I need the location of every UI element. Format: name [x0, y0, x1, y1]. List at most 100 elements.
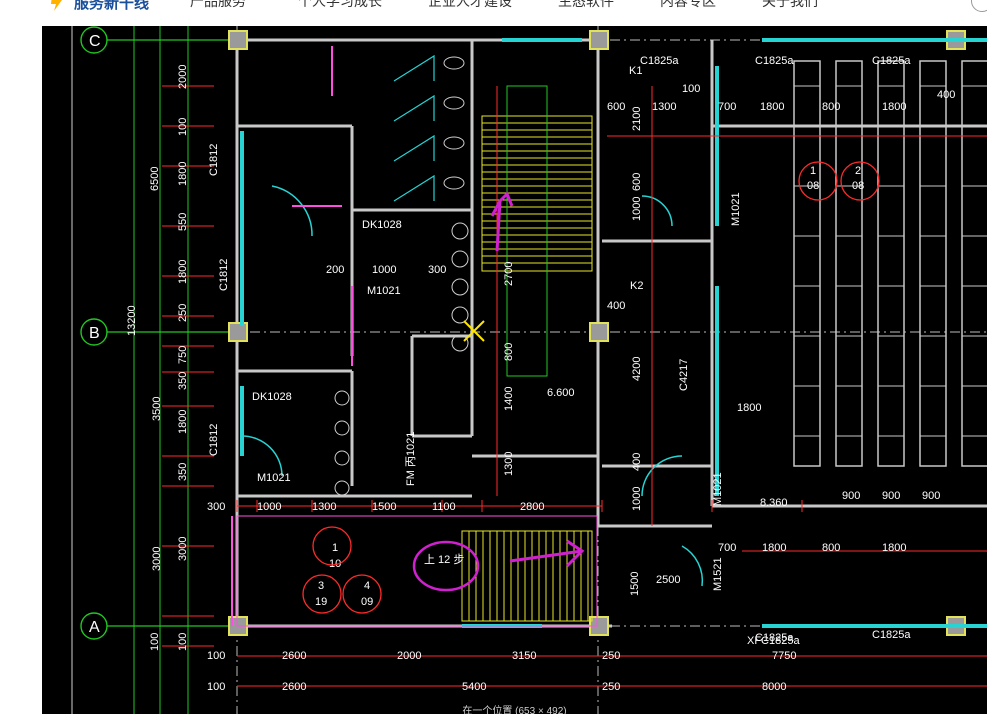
inner-dim-2: 1000	[257, 501, 281, 513]
bottom-dim-row2-4: 250	[602, 681, 620, 693]
inner-dim-12: 1300	[652, 101, 676, 113]
washbasin-3	[334, 450, 350, 466]
header-search-icon[interactable]	[971, 0, 987, 12]
bottom-dim-row1-3: 2000	[397, 650, 421, 662]
washbasin-4	[334, 480, 350, 496]
inner-dim-39: 1800	[737, 402, 761, 414]
door-swing-1	[271, 185, 313, 237]
left-dim-17: 13200	[126, 305, 138, 336]
inner-dim-19: 900	[882, 490, 900, 502]
inner-dim-6: 2800	[520, 501, 544, 513]
inner-dim-8: 200	[326, 264, 344, 276]
drawing-label-9: C1825a	[755, 55, 794, 67]
stall-door-4	[393, 174, 435, 202]
drawing-label-27: 08	[807, 180, 819, 192]
drawing-label-5: C1812	[208, 144, 220, 176]
shelf-block-2	[835, 60, 863, 467]
inner-dim-25: 1400	[503, 387, 515, 411]
viewer-caption: 在一个位置 (653 × 492)	[462, 706, 567, 714]
door-swing-3	[641, 455, 683, 497]
drawing-label-18: M1021	[730, 192, 742, 226]
grid-axis-lines	[71, 26, 987, 714]
nav-about-us[interactable]: 关于我们	[762, 0, 818, 11]
inner-dim-27: 1500	[629, 572, 641, 596]
drawing-label-8: C1825a	[640, 55, 679, 67]
left-dim-15: 100	[149, 633, 161, 651]
inner-dim-15: 800	[822, 101, 840, 113]
inner-dim-24: 800	[503, 343, 515, 361]
drawing-label-28: 2	[855, 165, 861, 177]
markup-circle	[412, 540, 480, 592]
drawing-label-19: 上 12 步	[424, 553, 464, 566]
nav-enterprise-talent[interactable]: 企业人才建设	[428, 0, 512, 11]
inner-dim-36: 1800	[762, 542, 786, 554]
drawing-label-26: 1	[810, 165, 816, 177]
inner-dim-29: 4200	[631, 357, 643, 381]
left-dim-5: 100	[177, 118, 189, 136]
drawing-label-31: K2	[630, 280, 643, 292]
inner-dim-30: 400	[631, 453, 643, 471]
inner-dim-20: 900	[922, 490, 940, 502]
inner-dim-28: 2500	[656, 574, 680, 586]
drawing-label-16: M1021	[712, 472, 724, 506]
nav-personal-growth[interactable]: 个人学习成长	[298, 0, 382, 11]
column-4	[228, 322, 248, 342]
bottom-dim-row2-1: 100	[207, 681, 225, 693]
grid-axis-a-label: A	[89, 619, 100, 636]
stall-door-2	[393, 94, 435, 122]
left-dim-3: 3000	[151, 547, 163, 571]
bottom-dim-row1-6: 7750	[772, 650, 796, 662]
grid-axis-b-label: B	[89, 325, 100, 342]
corridor-outline	[236, 515, 598, 627]
site-logo[interactable]: 服务新干线	[48, 0, 149, 13]
left-dim-11: 350	[177, 372, 189, 390]
left-dim-10: 750	[177, 346, 189, 364]
inner-dim-11: 600	[607, 101, 625, 113]
left-dim-9: 250	[177, 304, 189, 322]
drawing-label-23: 19	[315, 596, 327, 608]
inner-dim-37: 800	[822, 542, 840, 554]
left-dim-1: 6500	[149, 167, 161, 191]
inner-dim-33: 600	[631, 173, 643, 191]
door-swing-2	[241, 435, 283, 477]
drawing-texts: CBA6500350030002000100180055018002507503…	[89, 33, 955, 693]
left-dim-16: 100	[177, 633, 189, 651]
door-swing-5	[641, 195, 673, 227]
inner-dim-23: 2700	[503, 262, 515, 286]
inner-dim-7: 400	[607, 300, 625, 312]
column-1	[228, 30, 248, 50]
drawing-label-32: 100	[682, 83, 700, 95]
bottom-dim-row2-5: 8000	[762, 681, 786, 693]
nav-products[interactable]: 产品服务	[190, 0, 246, 11]
inner-dim-14: 1800	[760, 101, 784, 113]
left-dim-4: 2000	[177, 65, 189, 89]
drawing-label-13: C1825a	[872, 629, 911, 641]
inner-dim-18: 900	[842, 490, 860, 502]
inner-dim-21: 8.360	[760, 497, 788, 509]
cad-drawing-viewer[interactable]: C B A 6500 3500 3000 2000 100 1800 550 1800 250 750 3…	[42, 26, 987, 714]
inner-dim-32: 2100	[631, 107, 643, 131]
column-2	[589, 30, 609, 50]
inner-dim-10: 300	[428, 264, 446, 276]
bottom-dim-row2-3: 5400	[462, 681, 486, 693]
urinal-1	[451, 222, 469, 240]
drawing-label-22: 3	[318, 580, 324, 592]
cursor-crosshair-icon	[463, 320, 485, 342]
grid-axis-c-label: C	[89, 33, 101, 50]
stall-door-3	[393, 134, 435, 162]
drawing-label-7: C1812	[208, 424, 220, 456]
drawing-label-15: FM 丙1021	[405, 432, 417, 486]
left-dim-8: 1800	[177, 260, 189, 284]
drawing-label-11: C4217	[678, 359, 690, 391]
bottom-dim-row1-4: 3150	[512, 650, 536, 662]
nav-content-zone[interactable]: 内容专区	[660, 0, 716, 11]
drawing-label-6: C1812	[218, 259, 230, 291]
shelf-block-1	[793, 60, 821, 467]
left-dim-2: 3500	[151, 397, 163, 421]
drawing-label-14: XFC1825a	[747, 635, 800, 647]
inner-dim-35: 700	[718, 542, 736, 554]
washbasin-1	[334, 390, 350, 406]
nav-ecosystem-software[interactable]: 生态软件	[558, 0, 614, 11]
drawing-label-4: M1021	[257, 472, 291, 484]
urinal-4	[451, 306, 469, 324]
